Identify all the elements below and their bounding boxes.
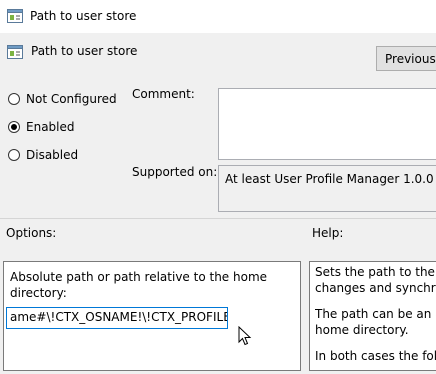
help-paragraph: The path can be an abs home directory. <box>315 307 436 337</box>
supported-on-label: Supported on: <box>132 165 218 179</box>
radio-circle[interactable] <box>8 121 20 133</box>
previous-setting-button[interactable]: Previous S <box>376 46 436 71</box>
comment-textarea[interactable] <box>218 88 436 160</box>
window-title: Path to user store <box>30 9 137 23</box>
help-paragraph: Sets the path to the dire changes and sy… <box>315 265 436 295</box>
supported-on-value: At least User Profile Manager 1.0.0 <box>218 165 436 212</box>
user-store-path-input[interactable]: ame#\!CTX_OSNAME!\!CTX_PROFILEVER! <box>6 307 228 329</box>
mouse-pointer-icon <box>238 326 252 346</box>
radio-disabled[interactable]: Disabled <box>8 146 78 164</box>
help-label: Help: <box>312 226 344 240</box>
comment-label: Comment: <box>132 87 195 101</box>
radio-circle[interactable] <box>8 149 20 161</box>
options-label: Options: <box>6 226 57 240</box>
policy-setting-icon <box>7 9 23 23</box>
radio-label: Disabled <box>26 148 79 162</box>
help-text: Sets the path to the dire changes and sy… <box>315 264 436 374</box>
path-description: Absolute path or path relative to the ho… <box>10 270 268 300</box>
radio-not-configured[interactable]: Not Configured <box>8 90 117 108</box>
divider <box>0 218 436 219</box>
policy-setting-icon <box>7 45 23 59</box>
radio-circle[interactable] <box>8 93 20 105</box>
setting-title: Path to user store <box>31 44 138 58</box>
radio-label: Enabled <box>26 120 75 134</box>
radio-enabled[interactable]: Enabled <box>8 118 75 136</box>
help-paragraph: In both cases the follov <box>315 349 436 363</box>
radio-label: Not Configured <box>26 92 117 106</box>
